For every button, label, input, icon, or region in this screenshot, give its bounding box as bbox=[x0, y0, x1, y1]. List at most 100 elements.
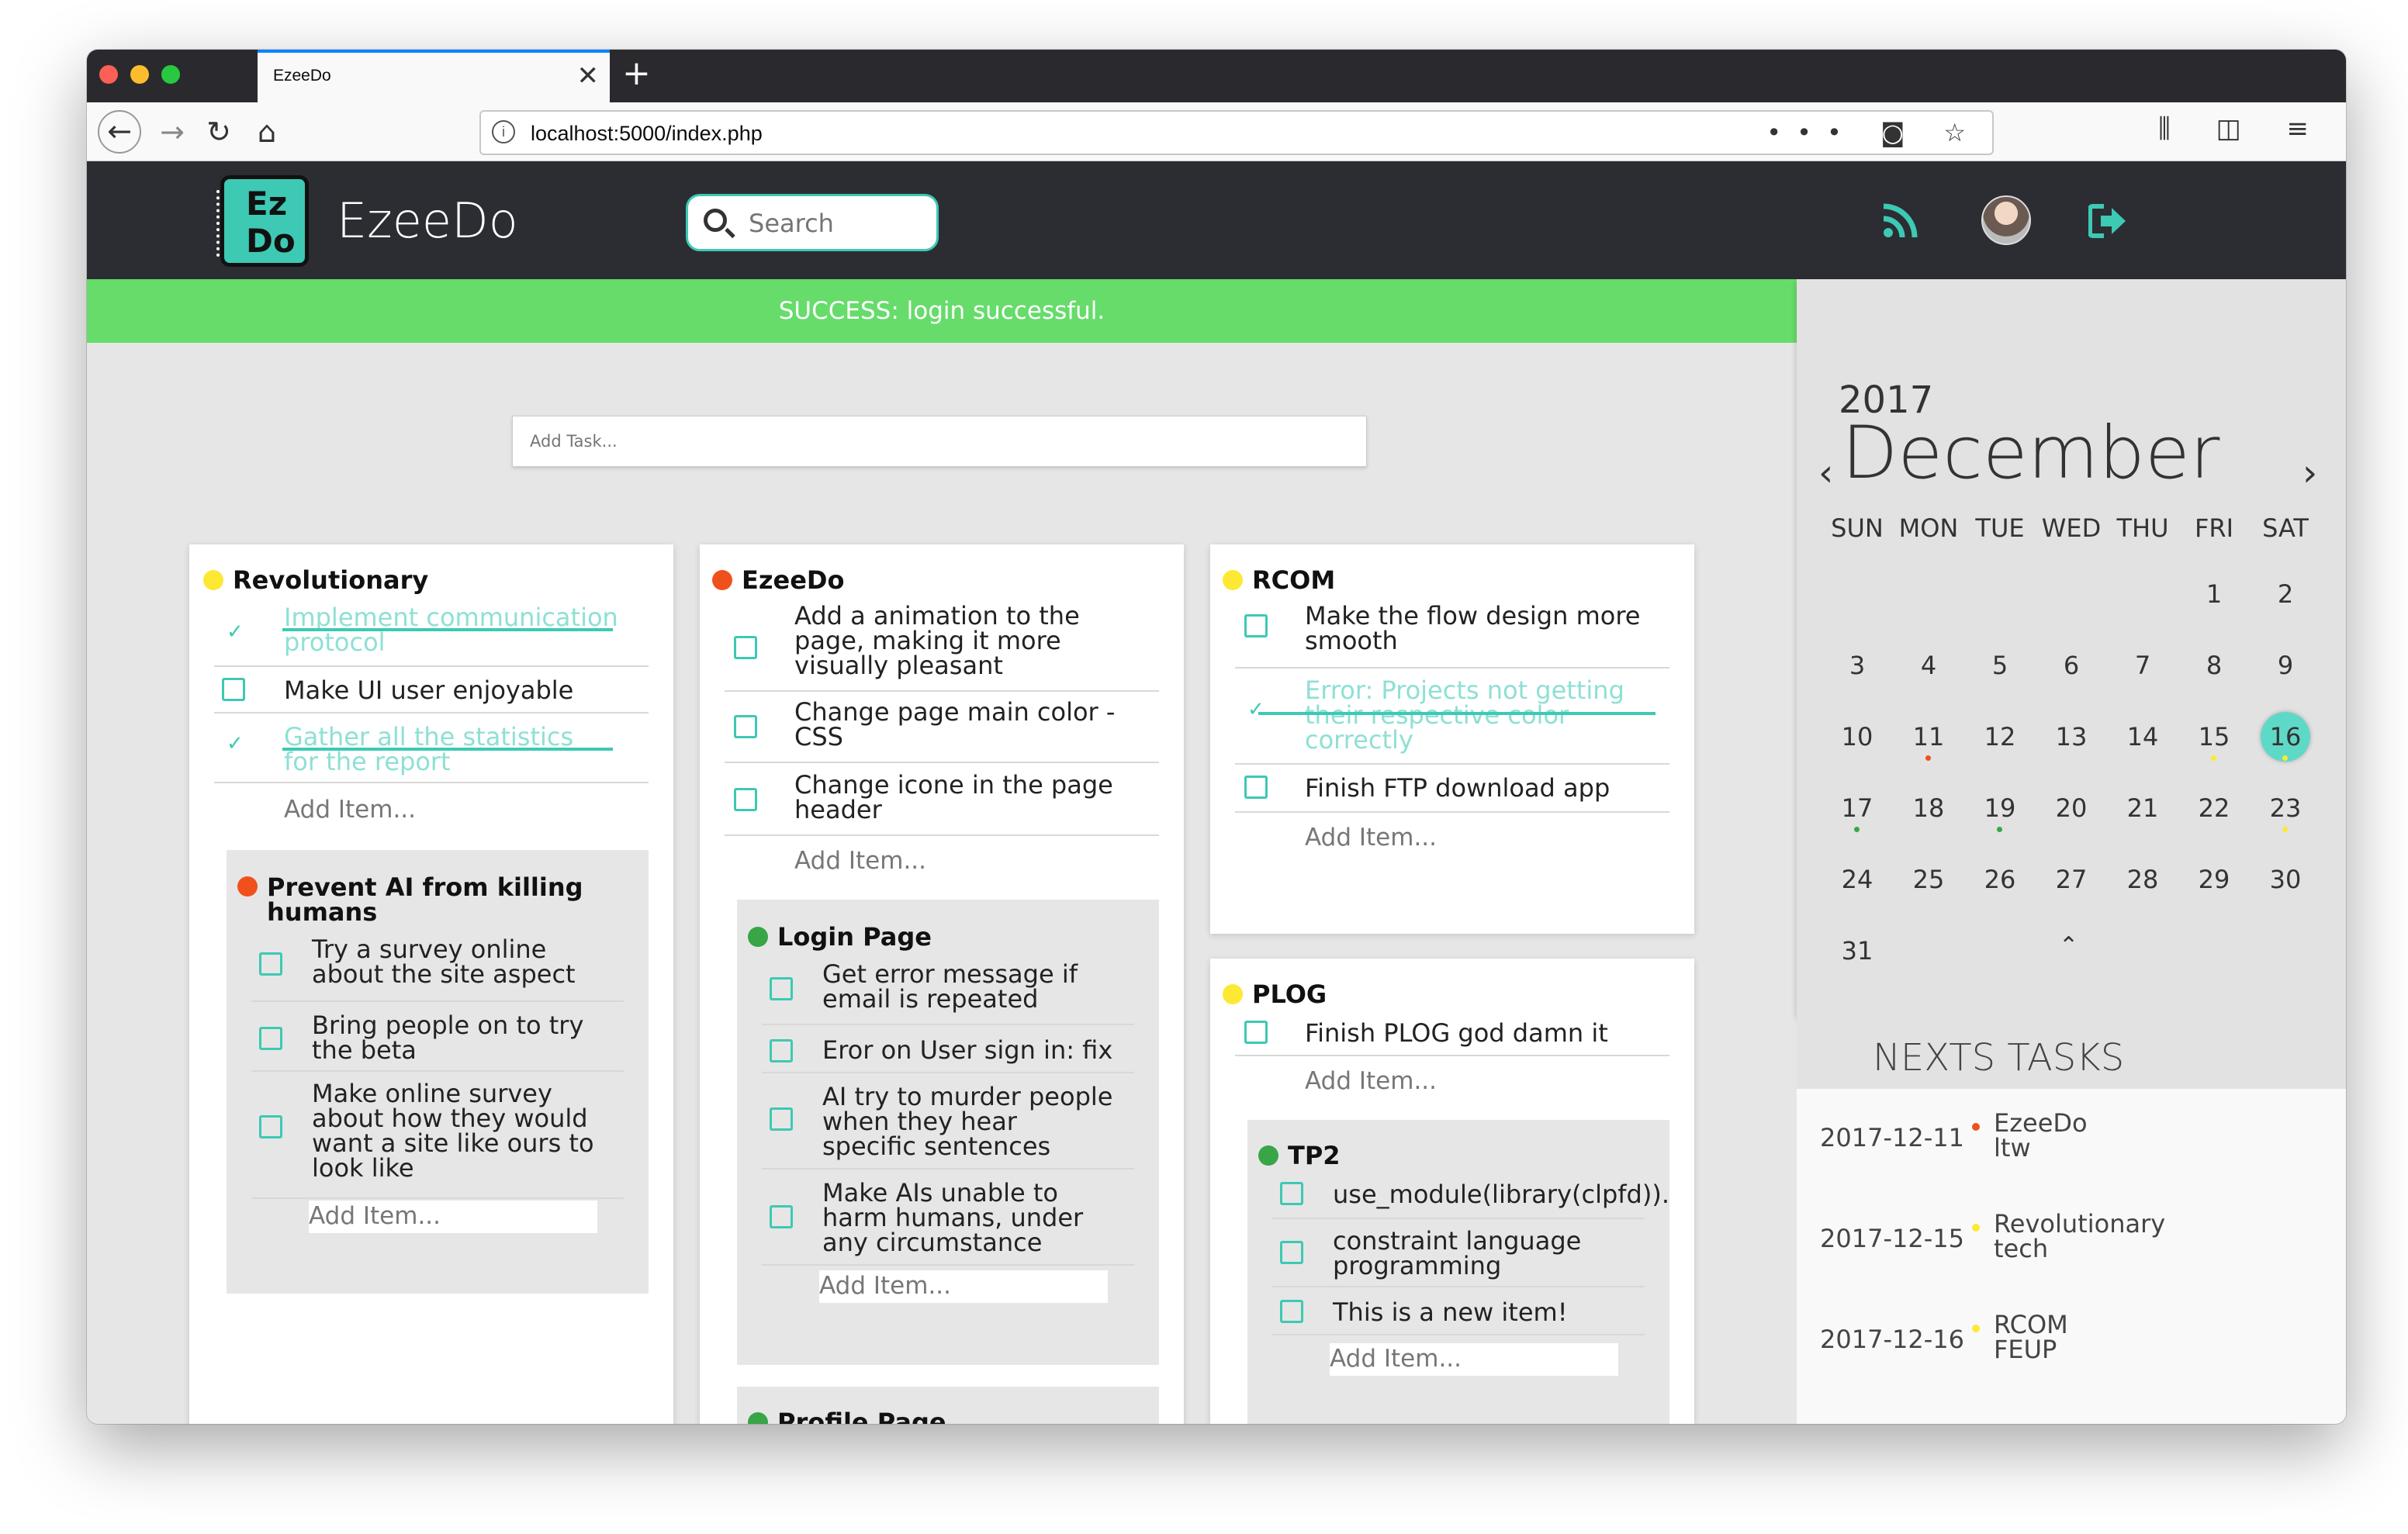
calendar-day[interactable]: 9 bbox=[2250, 641, 2321, 690]
add-item-field[interactable]: Add Item... bbox=[794, 848, 926, 873]
calendar-day[interactable]: 10 bbox=[1822, 712, 1893, 762]
search-box[interactable] bbox=[686, 194, 939, 251]
subproject-title[interactable]: Login Page bbox=[777, 924, 932, 949]
calendar-day[interactable]: 22 bbox=[2178, 783, 2250, 833]
task-item[interactable]: Bring people on to try the beta bbox=[251, 1002, 624, 1072]
subproject-title[interactable]: Prevent AI from killing humans bbox=[267, 875, 625, 924]
url-bar[interactable]: i localhost:5000/index.php ••• ◙ ☆ bbox=[479, 110, 1994, 155]
task-item[interactable]: Make the flow design more smooth bbox=[1235, 603, 1669, 669]
calendar-day[interactable]: 26 bbox=[1964, 855, 2036, 904]
subproject-title[interactable]: TP2 bbox=[1288, 1143, 1341, 1168]
chevron-right-icon[interactable]: › bbox=[2302, 451, 2317, 495]
task-item[interactable]: Add a animation to the page, making it m… bbox=[725, 603, 1159, 692]
task-checkbox[interactable] bbox=[222, 678, 245, 701]
task-item[interactable]: Eror on User sign in: fix bbox=[762, 1025, 1134, 1073]
url-text[interactable]: localhost:5000/index.php bbox=[531, 122, 763, 146]
task-item[interactable]: Try a survey online about the site aspec… bbox=[251, 931, 624, 1002]
task-checkbox[interactable] bbox=[1280, 1241, 1303, 1264]
calendar-day[interactable]: 19 bbox=[1964, 783, 2036, 833]
add-item-field[interactable]: Add Item... bbox=[1305, 1069, 1437, 1093]
calendar-day[interactable]: 24 bbox=[1822, 855, 1893, 904]
project-title[interactable]: EzeeDo bbox=[742, 568, 844, 593]
calendar-day[interactable]: 4 bbox=[1893, 641, 1964, 690]
task-item[interactable]: Make AIs unable to harm humans, under an… bbox=[762, 1170, 1134, 1266]
task-checkbox[interactable] bbox=[770, 1205, 793, 1228]
add-item-field[interactable]: Add Item... bbox=[284, 797, 416, 822]
task-item[interactable]: ✓ Implement communication protocol bbox=[214, 605, 649, 667]
task-item[interactable]: Get error message if email is repeated bbox=[762, 955, 1134, 1025]
add-item-field[interactable]: Add Item... bbox=[1330, 1343, 1618, 1376]
add-task-input[interactable] bbox=[530, 432, 1306, 451]
calendar-day[interactable]: 6 bbox=[2036, 641, 2107, 690]
task-checkbox[interactable] bbox=[770, 977, 793, 1000]
avatar[interactable] bbox=[1981, 195, 2031, 245]
task-checkbox[interactable] bbox=[1280, 1300, 1303, 1323]
calendar-day[interactable]: 30 bbox=[2250, 855, 2321, 904]
task-checkbox[interactable] bbox=[1244, 1021, 1268, 1044]
toolbar-icons[interactable]: ⫼ ◫ ≡ bbox=[2158, 113, 2327, 144]
home-button[interactable]: ⌂ bbox=[245, 110, 289, 154]
calendar-day[interactable]: 1 bbox=[2178, 569, 2250, 619]
rss-icon[interactable] bbox=[1880, 202, 1919, 240]
new-tab-button[interactable]: + bbox=[622, 54, 651, 93]
calendar-day[interactable]: 31 bbox=[1822, 926, 1893, 976]
calendar-day[interactable]: 25 bbox=[1893, 855, 1964, 904]
task-checkbox[interactable] bbox=[259, 952, 282, 976]
forward-button[interactable]: → bbox=[150, 110, 194, 154]
page-actions-icons[interactable]: ••• ◙ ☆ bbox=[1766, 118, 1981, 147]
task-item[interactable]: use_module(library(clpfd)). bbox=[1272, 1173, 1669, 1219]
check-icon[interactable]: ✓ bbox=[227, 620, 244, 644]
calendar-day[interactable]: 28 bbox=[2107, 855, 2178, 904]
task-checkbox[interactable] bbox=[734, 715, 757, 738]
browser-tab[interactable]: EzeeDo ✕ bbox=[258, 50, 610, 102]
minimize-window-button[interactable] bbox=[130, 65, 149, 84]
add-item-field[interactable]: Add Item... bbox=[1305, 825, 1437, 850]
task-checkbox[interactable] bbox=[734, 788, 757, 811]
calendar-day[interactable]: 21 bbox=[2107, 783, 2178, 833]
project-title[interactable]: PLOG bbox=[1252, 982, 1327, 1007]
calendar-day[interactable]: 8 bbox=[2178, 641, 2250, 690]
calendar-day[interactable]: 3 bbox=[1822, 641, 1893, 690]
calendar-day[interactable]: 11 bbox=[1893, 712, 1964, 762]
subproject-title[interactable]: Profile Page bbox=[777, 1410, 946, 1424]
task-item[interactable]: Finish PLOG god damn it bbox=[1235, 1011, 1669, 1056]
check-icon[interactable]: ✓ bbox=[227, 732, 244, 755]
task-checkbox[interactable] bbox=[259, 1027, 282, 1050]
task-item[interactable]: ✓ Error: Projects not getting their resp… bbox=[1235, 669, 1669, 765]
calendar-day[interactable]: 16 bbox=[2250, 712, 2321, 762]
add-task-field[interactable] bbox=[512, 416, 1367, 467]
reload-button[interactable]: ↻ bbox=[197, 110, 240, 154]
calendar-day[interactable]: 12 bbox=[1964, 712, 2036, 762]
task-checkbox[interactable] bbox=[770, 1039, 793, 1062]
calendar-day[interactable]: 17 bbox=[1822, 783, 1893, 833]
task-item[interactable]: ✓ Gather all the statistics for the repo… bbox=[214, 713, 649, 783]
logo[interactable]: Ez Do bbox=[216, 175, 309, 267]
task-item[interactable]: Change icone in the page header bbox=[725, 763, 1159, 836]
logout-icon[interactable] bbox=[2088, 203, 2127, 239]
task-item[interactable]: Change page main color - CSS bbox=[725, 692, 1159, 763]
calendar-day[interactable]: 20 bbox=[2036, 783, 2107, 833]
check-icon[interactable]: ✓ bbox=[1247, 698, 1265, 721]
task-checkbox[interactable] bbox=[770, 1107, 793, 1131]
info-icon[interactable]: i bbox=[492, 120, 515, 143]
add-item-field[interactable]: Add Item... bbox=[309, 1201, 597, 1233]
calendar-day[interactable]: 23 bbox=[2250, 783, 2321, 833]
chevron-left-icon[interactable]: ‹ bbox=[1818, 451, 1833, 495]
close-window-button[interactable] bbox=[99, 65, 118, 84]
calendar-day[interactable]: 27 bbox=[2036, 855, 2107, 904]
chevron-up-icon[interactable]: ⌃ bbox=[2059, 932, 2078, 959]
task-item[interactable]: Finish FTP download app bbox=[1235, 765, 1669, 813]
task-checkbox[interactable] bbox=[259, 1115, 282, 1138]
back-button[interactable]: ← bbox=[98, 110, 141, 154]
calendar-day[interactable]: 7 bbox=[2107, 641, 2178, 690]
maximize-window-button[interactable] bbox=[161, 65, 180, 84]
task-checkbox[interactable] bbox=[734, 636, 757, 659]
task-checkbox[interactable] bbox=[1244, 776, 1268, 799]
task-item[interactable]: This is a new item! bbox=[1272, 1287, 1645, 1335]
calendar-day[interactable]: 29 bbox=[2178, 855, 2250, 904]
project-title[interactable]: RCOM bbox=[1252, 568, 1335, 593]
close-tab-icon[interactable]: ✕ bbox=[577, 60, 600, 92]
calendar-day[interactable]: 5 bbox=[1964, 641, 2036, 690]
brand-name[interactable]: EzeeDo bbox=[337, 192, 518, 249]
task-checkbox[interactable] bbox=[1280, 1182, 1303, 1205]
